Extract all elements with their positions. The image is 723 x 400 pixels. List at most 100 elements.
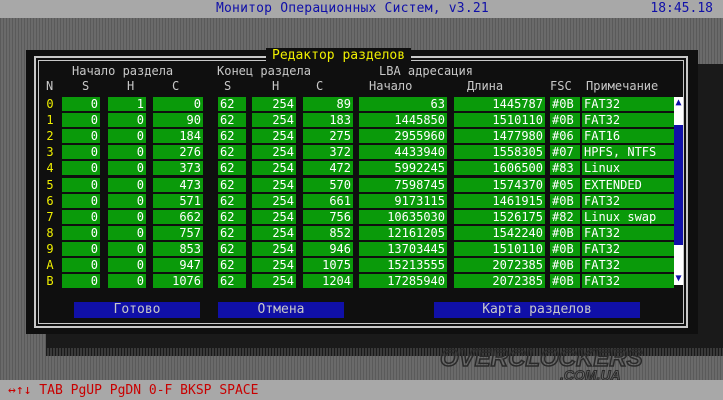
cell-note[interactable]: FAT16 xyxy=(582,129,674,143)
cell-h2[interactable]: 254 xyxy=(252,97,296,111)
cell-note[interactable]: FAT32 xyxy=(582,242,674,256)
cell-start[interactable]: 12161205 xyxy=(359,226,447,240)
cell-note[interactable]: FAT32 xyxy=(582,274,674,288)
cell-s1[interactable]: 0 xyxy=(62,129,100,143)
cell-h2[interactable]: 254 xyxy=(252,226,296,240)
cell-fsc[interactable]: #0B xyxy=(550,97,580,111)
cell-s2[interactable]: 62 xyxy=(218,258,246,272)
cell-len[interactable]: 1558305 xyxy=(454,145,545,159)
cell-len[interactable]: 1477980 xyxy=(454,129,545,143)
cell-h1[interactable]: 0 xyxy=(108,194,146,208)
cell-s2[interactable]: 62 xyxy=(218,97,246,111)
cell-h1[interactable]: 0 xyxy=(108,258,146,272)
cell-c2[interactable]: 570 xyxy=(303,178,353,192)
cell-c2[interactable]: 946 xyxy=(303,242,353,256)
cell-h1[interactable]: 0 xyxy=(108,113,146,127)
cell-s2[interactable]: 62 xyxy=(218,242,246,256)
cell-c2[interactable]: 372 xyxy=(303,145,353,159)
cell-s1[interactable]: 0 xyxy=(62,274,100,288)
cell-c2[interactable]: 1204 xyxy=(303,274,353,288)
cell-fsc[interactable]: #06 xyxy=(550,129,580,143)
cell-start[interactable]: 4433940 xyxy=(359,145,447,159)
cell-fsc[interactable]: #07 xyxy=(550,145,580,159)
cell-fsc[interactable]: #0B xyxy=(550,226,580,240)
cell-s1[interactable]: 0 xyxy=(62,226,100,240)
partition-map-button[interactable]: Карта разделов xyxy=(434,302,640,318)
cell-start[interactable]: 5992245 xyxy=(359,161,447,175)
done-button[interactable]: Готово xyxy=(74,302,200,318)
cell-c2[interactable]: 89 xyxy=(303,97,353,111)
cell-start[interactable]: 17285940 xyxy=(359,274,447,288)
cell-c2[interactable]: 661 xyxy=(303,194,353,208)
cell-s1[interactable]: 0 xyxy=(62,258,100,272)
cell-note[interactable]: Linux xyxy=(582,161,674,175)
cell-s1[interactable]: 0 xyxy=(62,113,100,127)
cell-h1[interactable]: 0 xyxy=(108,145,146,159)
cell-h1[interactable]: 0 xyxy=(108,178,146,192)
cell-c1[interactable]: 373 xyxy=(153,161,203,175)
cell-s2[interactable]: 62 xyxy=(218,274,246,288)
cell-note[interactable]: EXTENDED xyxy=(582,178,674,192)
cell-h2[interactable]: 254 xyxy=(252,161,296,175)
cell-c1[interactable]: 1076 xyxy=(153,274,203,288)
cell-fsc[interactable]: #0B xyxy=(550,113,580,127)
cell-h2[interactable]: 254 xyxy=(252,274,296,288)
cell-c1[interactable]: 853 xyxy=(153,242,203,256)
cell-start[interactable]: 63 xyxy=(359,97,447,111)
cell-s1[interactable]: 0 xyxy=(62,242,100,256)
cell-c1[interactable]: 276 xyxy=(153,145,203,159)
cell-c2[interactable]: 472 xyxy=(303,161,353,175)
cell-len[interactable]: 1542240 xyxy=(454,226,545,240)
cell-s2[interactable]: 62 xyxy=(218,226,246,240)
cell-c1[interactable]: 571 xyxy=(153,194,203,208)
cell-s2[interactable]: 62 xyxy=(218,194,246,208)
cell-note[interactable]: FAT32 xyxy=(582,113,674,127)
cell-h2[interactable]: 254 xyxy=(252,242,296,256)
cell-fsc[interactable]: #83 xyxy=(550,161,580,175)
cell-len[interactable]: 1606500 xyxy=(454,161,545,175)
cell-s2[interactable]: 62 xyxy=(218,210,246,224)
cell-note[interactable]: HPFS, NTFS xyxy=(582,145,674,159)
cell-c1[interactable]: 662 xyxy=(153,210,203,224)
cell-len[interactable]: 2072385 xyxy=(454,258,545,272)
cell-s2[interactable]: 62 xyxy=(218,129,246,143)
scroll-up-icon[interactable]: ▲ xyxy=(674,97,683,109)
cell-fsc[interactable]: #0B xyxy=(550,274,580,288)
scroll-down-icon[interactable]: ▼ xyxy=(674,273,683,285)
cell-s1[interactable]: 0 xyxy=(62,210,100,224)
cell-s1[interactable]: 0 xyxy=(62,97,100,111)
cell-h2[interactable]: 254 xyxy=(252,145,296,159)
cell-len[interactable]: 1445787 xyxy=(454,97,545,111)
cell-c1[interactable]: 0 xyxy=(153,97,203,111)
table-scrollbar[interactable]: ▲ ▼ xyxy=(674,97,683,285)
cell-c1[interactable]: 757 xyxy=(153,226,203,240)
cell-start[interactable]: 1445850 xyxy=(359,113,447,127)
cell-h1[interactable]: 0 xyxy=(108,129,146,143)
cell-fsc[interactable]: #0B xyxy=(550,194,580,208)
cancel-button[interactable]: Отмена xyxy=(218,302,344,318)
cell-c2[interactable]: 852 xyxy=(303,226,353,240)
cell-c1[interactable]: 184 xyxy=(153,129,203,143)
cell-c2[interactable]: 756 xyxy=(303,210,353,224)
cell-h1[interactable]: 0 xyxy=(108,226,146,240)
cell-fsc[interactable]: #82 xyxy=(550,210,580,224)
scroll-thumb[interactable] xyxy=(674,125,683,245)
cell-s1[interactable]: 0 xyxy=(62,161,100,175)
cell-start[interactable]: 13703445 xyxy=(359,242,447,256)
cell-s1[interactable]: 0 xyxy=(62,194,100,208)
cell-h2[interactable]: 254 xyxy=(252,194,296,208)
cell-c1[interactable]: 90 xyxy=(153,113,203,127)
cell-s2[interactable]: 62 xyxy=(218,113,246,127)
cell-h2[interactable]: 254 xyxy=(252,258,296,272)
cell-len[interactable]: 1526175 xyxy=(454,210,545,224)
cell-len[interactable]: 1510110 xyxy=(454,113,545,127)
cell-c1[interactable]: 473 xyxy=(153,178,203,192)
cell-s2[interactable]: 62 xyxy=(218,161,246,175)
cell-s1[interactable]: 0 xyxy=(62,145,100,159)
cell-c2[interactable]: 183 xyxy=(303,113,353,127)
cell-start[interactable]: 10635030 xyxy=(359,210,447,224)
cell-s2[interactable]: 62 xyxy=(218,178,246,192)
cell-len[interactable]: 1461915 xyxy=(454,194,545,208)
cell-s1[interactable]: 0 xyxy=(62,178,100,192)
cell-h2[interactable]: 254 xyxy=(252,178,296,192)
